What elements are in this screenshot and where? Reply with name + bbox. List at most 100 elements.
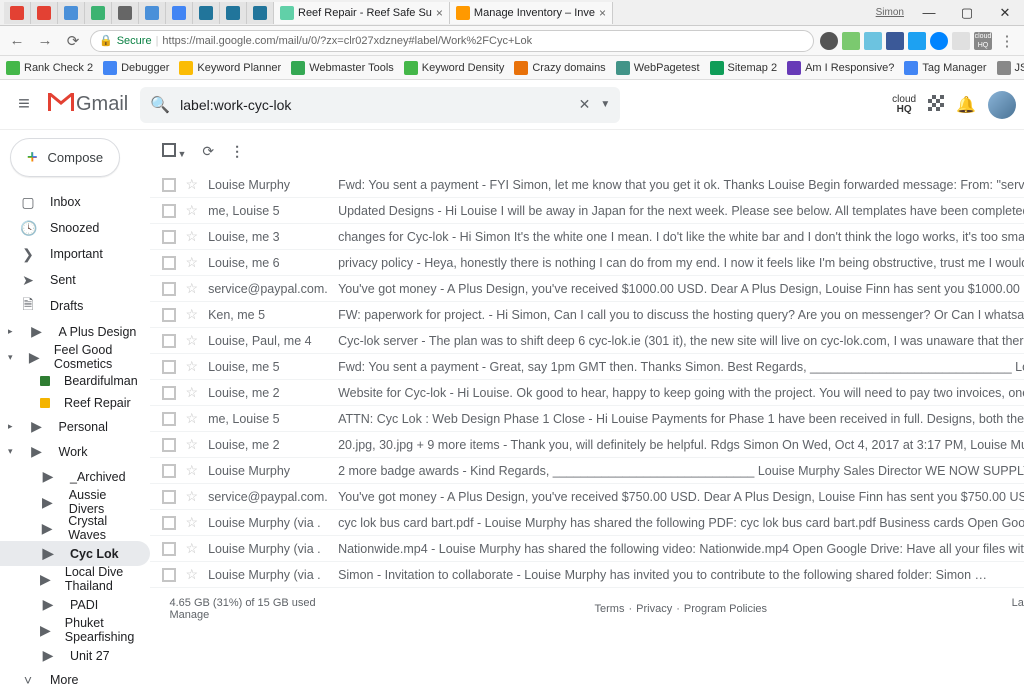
star-icon[interactable]: ☆ (186, 540, 199, 557)
sidebar-item[interactable]: 🗎Drafts (0, 293, 150, 319)
bookmark-item[interactable]: Tag Manager (904, 61, 986, 75)
email-row[interactable]: ☆ Louise Murphy (via . Simon - Invitatio… (150, 562, 1024, 588)
row-checkbox[interactable] (162, 568, 176, 582)
browser-tab[interactable] (193, 2, 220, 24)
main-menu-icon[interactable]: ≡ (12, 93, 36, 116)
bookmark-item[interactable]: Webmaster Tools (291, 61, 394, 75)
reload-button[interactable]: ⟳ (62, 30, 84, 52)
email-row[interactable]: ☆ Louise, me 2 Website for Cyc-lok - Hi … (150, 380, 1024, 406)
sidebar-more[interactable]: ˅More (0, 668, 150, 692)
window-close[interactable]: ✕ (986, 0, 1024, 26)
star-icon[interactable]: ☆ (186, 410, 199, 427)
row-checkbox[interactable] (162, 282, 176, 296)
row-checkbox[interactable] (162, 360, 176, 374)
bookmark-item[interactable]: WebPagetest (616, 61, 700, 75)
bookmark-item[interactable]: Crazy domains (514, 61, 605, 75)
sidebar-label-padi[interactable]: ▶PADI (0, 592, 150, 617)
terms-link[interactable]: Terms (595, 603, 625, 615)
ext-icon-5[interactable] (908, 32, 926, 50)
star-icon[interactable]: ☆ (186, 332, 199, 349)
star-icon[interactable]: ☆ (186, 384, 199, 401)
email-row[interactable]: ☆ Louise Murphy (via . Nationwide.mp4 - … (150, 536, 1024, 562)
ext-icon-6[interactable] (930, 32, 948, 50)
email-row[interactable]: ☆ Louise Murphy (via . cyc lok bus card … (150, 510, 1024, 536)
select-all-checkbox[interactable]: ▼ (162, 143, 187, 160)
sidebar-label-cyclok[interactable]: ▶Cyc Lok (0, 541, 150, 566)
row-checkbox[interactable] (162, 334, 176, 348)
star-icon[interactable]: ☆ (186, 358, 199, 375)
email-row[interactable]: ☆ service@paypal.com.. You've got money … (150, 484, 1024, 510)
star-icon[interactable]: ☆ (186, 254, 199, 271)
account-avatar[interactable] (988, 91, 1016, 119)
sidebar-label-work[interactable]: ▾▶Work (0, 439, 150, 464)
sidebar-label-unit27[interactable]: ▶Unit 27 (0, 643, 150, 668)
row-checkbox[interactable] (162, 386, 176, 400)
email-row[interactable]: ☆ service@paypal.com.. You've got money … (150, 276, 1024, 302)
email-row[interactable]: ☆ Louise, me 5 Fwd: You sent a payment -… (150, 354, 1024, 380)
tab-close-icon[interactable]: × (436, 6, 443, 20)
search-bar[interactable]: 🔍 label:work-cyc-lok ✕ ▼ (140, 87, 620, 123)
email-row[interactable]: ☆ Louise, me 6 privacy policy - Heya, ho… (150, 250, 1024, 276)
browser-tab[interactable] (139, 2, 166, 24)
email-row[interactable]: ☆ Ken, me 5 FW: paperwork for project. -… (150, 302, 1024, 328)
star-icon[interactable]: ☆ (186, 462, 199, 479)
bookmark-item[interactable]: Keyword Planner (179, 61, 281, 75)
row-checkbox[interactable] (162, 204, 176, 218)
tab-close-icon[interactable]: × (599, 6, 606, 20)
search-dropdown-icon[interactable]: ▼ (600, 99, 610, 110)
row-checkbox[interactable] (162, 178, 176, 192)
browser-tab[interactable] (85, 2, 112, 24)
row-checkbox[interactable] (162, 308, 176, 322)
ext-icon-7[interactable] (952, 32, 970, 50)
address-bar[interactable]: 🔒 Secure | https://mail.google.com/mail/… (90, 30, 814, 52)
browser-tab[interactable]: Manage Inventory – Inve× (450, 2, 613, 24)
sidebar-label-a-plus[interactable]: ▸▶A Plus Design (0, 319, 150, 344)
browser-tab[interactable] (58, 2, 85, 24)
details-link[interactable]: Details (1012, 609, 1024, 621)
row-checkbox[interactable] (162, 230, 176, 244)
sidebar-item[interactable]: 🕓Snoozed (0, 215, 150, 241)
row-checkbox[interactable] (162, 464, 176, 478)
ext-icon-4[interactable] (886, 32, 904, 50)
sidebar-item[interactable]: ❯Important (0, 241, 150, 267)
browser-tab[interactable] (31, 2, 58, 24)
bookmark-item[interactable]: Keyword Density (404, 61, 505, 75)
sidebar-label-reef[interactable]: Reef Repair (0, 392, 150, 414)
ext-icon-3[interactable] (864, 32, 882, 50)
browser-tab[interactable] (220, 2, 247, 24)
apps-icon[interactable] (928, 95, 944, 114)
compose-button[interactable]: + Compose (10, 138, 120, 177)
sidebar-label-archived[interactable]: ▶_Archived (0, 464, 150, 489)
browser-tab[interactable] (247, 2, 274, 24)
row-checkbox[interactable] (162, 412, 176, 426)
ext-icon-1[interactable] (820, 32, 838, 50)
star-icon[interactable]: ☆ (186, 514, 199, 531)
gmail-logo[interactable]: Gmail (48, 92, 128, 118)
browser-menu-icon[interactable]: ⋮ (996, 30, 1018, 52)
forward-button[interactable]: → (34, 30, 56, 52)
notifications-icon[interactable]: 🔔 (956, 95, 976, 115)
refresh-button[interactable]: ⟳ (202, 143, 214, 160)
sidebar-label-local[interactable]: ▶Local Dive Thailand (0, 566, 150, 592)
search-icon[interactable]: 🔍 (150, 95, 170, 115)
bookmark-item[interactable]: Debugger (103, 61, 169, 75)
window-minimize[interactable]: — (910, 0, 948, 26)
browser-tab[interactable] (112, 2, 139, 24)
policies-link[interactable]: Program Policies (684, 603, 767, 615)
bookmark-item[interactable]: Sitemap 2 (710, 61, 778, 75)
manage-storage-link[interactable]: Manage (170, 609, 316, 621)
back-button[interactable]: ← (6, 30, 28, 52)
bookmark-item[interactable]: JSON STDT (997, 61, 1024, 75)
star-icon[interactable]: ☆ (186, 306, 199, 323)
row-checkbox[interactable] (162, 256, 176, 270)
star-icon[interactable]: ☆ (186, 566, 199, 583)
email-row[interactable]: ☆ Louise Murphy Fwd: You sent a payment … (150, 172, 1024, 198)
sidebar-label-aussie[interactable]: ▶Aussie Divers (0, 489, 150, 515)
search-clear-icon[interactable]: ✕ (579, 96, 591, 113)
row-checkbox[interactable] (162, 542, 176, 556)
sidebar-label-fgc[interactable]: ▾▶Feel Good Cosmetics (0, 344, 150, 370)
user-label[interactable]: Simon (870, 7, 910, 18)
star-icon[interactable]: ☆ (186, 202, 199, 219)
ext-icon-2[interactable] (842, 32, 860, 50)
star-icon[interactable]: ☆ (186, 280, 199, 297)
